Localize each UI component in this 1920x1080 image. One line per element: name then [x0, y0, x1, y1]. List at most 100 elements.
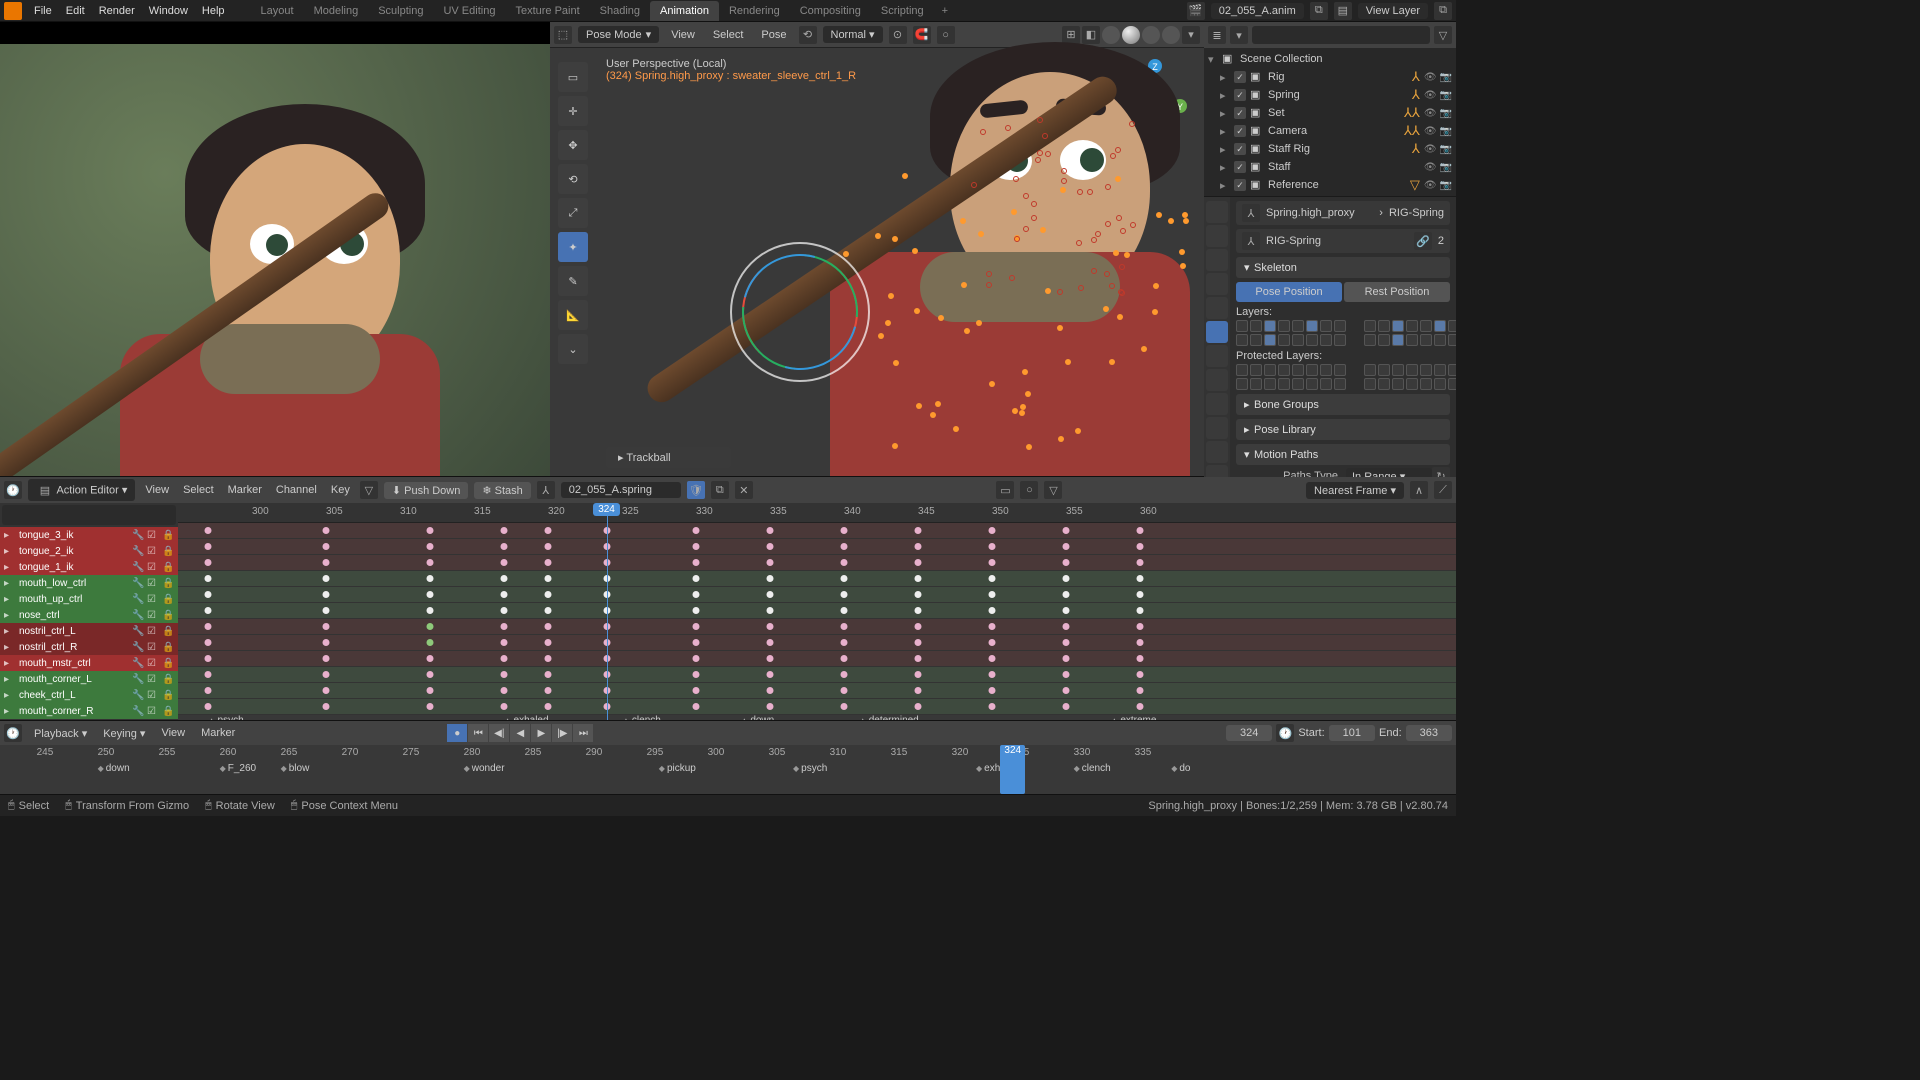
workspace-tab-shading[interactable]: Shading [590, 1, 650, 21]
xray-toggle-icon[interactable]: ◧ [1082, 26, 1100, 44]
layer-cell[interactable] [1392, 334, 1404, 346]
keyframe[interactable] [841, 607, 848, 614]
layer-cell[interactable] [1434, 364, 1446, 376]
keyframe[interactable] [323, 703, 330, 710]
keyframe[interactable] [841, 559, 848, 566]
channel-search[interactable] [2, 505, 176, 525]
keyframe[interactable] [426, 527, 433, 534]
outliner-search[interactable] [1252, 26, 1430, 44]
keyframe[interactable] [545, 543, 552, 550]
prop-tab-world-icon[interactable] [1206, 297, 1228, 319]
menu-edit[interactable]: Edit [66, 5, 85, 17]
keyframe[interactable] [323, 575, 330, 582]
layer-cell[interactable] [1406, 334, 1418, 346]
keyframe[interactable] [500, 639, 507, 646]
marker-extreme[interactable]: extreme [1110, 715, 1156, 720]
keyframe[interactable] [915, 703, 922, 710]
tl-keying[interactable]: Keying ▾ [99, 727, 149, 740]
layer-cell[interactable] [1320, 334, 1332, 346]
workspace-tab-uv-editing[interactable]: UV Editing [433, 1, 505, 21]
keyframe[interactable] [426, 591, 433, 598]
keyframe[interactable] [500, 607, 507, 614]
menu-file[interactable]: File [34, 5, 52, 17]
keyframe[interactable] [426, 559, 433, 566]
keyframe[interactable] [693, 591, 700, 598]
keyframe[interactable] [1063, 559, 1070, 566]
measure-tool-icon[interactable]: 📐 [558, 300, 588, 330]
keyframe[interactable] [767, 655, 774, 662]
keyframe[interactable] [204, 655, 211, 662]
action-name-field[interactable]: 02_055_A.spring [561, 482, 681, 498]
scene-name[interactable]: 02_055_A.anim [1211, 3, 1304, 19]
layer-cell[interactable] [1250, 364, 1262, 376]
workspace-tab-layout[interactable]: Layout [251, 1, 304, 21]
keyframe[interactable] [693, 623, 700, 630]
keyframe[interactable] [1063, 527, 1070, 534]
workspace-tab-animation[interactable]: Animation [650, 1, 719, 21]
ds-filter-icon[interactable]: ▽ [360, 481, 378, 499]
prop-tab-physics-icon[interactable] [1206, 393, 1228, 415]
layer-cell[interactable] [1434, 320, 1446, 332]
layer-cell[interactable] [1392, 378, 1404, 390]
keyframe[interactable] [500, 559, 507, 566]
rest-position-button[interactable]: Rest Position [1344, 282, 1450, 302]
track-row[interactable] [178, 699, 1456, 715]
layer-cell[interactable] [1448, 320, 1456, 332]
keyframe[interactable] [767, 671, 774, 678]
frame-ruler[interactable]: 300305310315320325330335340345350355360 [178, 503, 1456, 523]
layer-cell[interactable] [1278, 364, 1290, 376]
keyframe[interactable] [204, 559, 211, 566]
keyframe[interactable] [204, 623, 211, 630]
outliner-item-staff[interactable]: ▸✓▣Staff👁📷 [1204, 158, 1456, 176]
autokey-button[interactable]: ● [447, 724, 467, 742]
channel-mouth_low_ctrl[interactable]: ▸mouth_low_ctrl🔧☑🔒 [0, 575, 178, 591]
channel-mouth_corner_L[interactable]: ▸mouth_corner_L🔧☑🔒 [0, 671, 178, 687]
track-row[interactable] [178, 619, 1456, 635]
scene-icon[interactable]: 🎬 [1187, 2, 1205, 20]
layer-cell[interactable] [1250, 378, 1262, 390]
transform-orientation[interactable]: Normal ▾ [823, 26, 883, 43]
keyframe[interactable] [841, 591, 848, 598]
keyframe[interactable] [323, 543, 330, 550]
prop-tab-constraints-icon[interactable] [1206, 417, 1228, 439]
keyframe[interactable] [500, 687, 507, 694]
track-row[interactable] [178, 667, 1456, 683]
track-row[interactable] [178, 683, 1456, 699]
skeleton-section[interactable]: ▾Skeleton [1236, 257, 1450, 278]
keyframe[interactable] [841, 639, 848, 646]
keyframe[interactable] [915, 591, 922, 598]
keyframe[interactable] [915, 639, 922, 646]
layer-cell[interactable] [1278, 378, 1290, 390]
keyframe[interactable] [693, 559, 700, 566]
jump-start-button[interactable]: ⏮ [468, 724, 488, 742]
layer-cell[interactable] [1292, 364, 1304, 376]
track-row[interactable] [178, 587, 1456, 603]
keyframe[interactable] [693, 639, 700, 646]
prop-tab-scene-icon[interactable] [1206, 273, 1228, 295]
action-browse-icon[interactable]: ⅄ [537, 481, 555, 499]
prop-tab-particles-icon[interactable] [1206, 369, 1228, 391]
keyframe[interactable] [841, 671, 848, 678]
track-row[interactable] [178, 603, 1456, 619]
marker-psych[interactable]: psych [208, 715, 244, 720]
layer-cell[interactable] [1378, 334, 1390, 346]
channel-mouth_corner_R[interactable]: ▸mouth_corner_R🔧☑🔒 [0, 703, 178, 719]
keyframe[interactable] [1137, 655, 1144, 662]
keyframe[interactable] [545, 671, 552, 678]
keyframe[interactable] [767, 559, 774, 566]
keyframe[interactable] [767, 575, 774, 582]
keyframe[interactable] [204, 671, 211, 678]
layer-cell[interactable] [1406, 320, 1418, 332]
move-tool-icon[interactable]: ✥ [558, 130, 588, 160]
track-row[interactable] [178, 555, 1456, 571]
tl-playback[interactable]: Playback ▾ [30, 727, 91, 740]
keyframe[interactable] [841, 687, 848, 694]
rendered-shading-icon[interactable] [1162, 26, 1180, 44]
rotation-gizmo[interactable] [730, 242, 870, 382]
track-row[interactable] [178, 635, 1456, 651]
wireframe-shading-icon[interactable] [1102, 26, 1120, 44]
stash-button[interactable]: ❄ Stash [474, 482, 530, 499]
keyframe[interactable] [545, 703, 552, 710]
layer-cell[interactable] [1420, 334, 1432, 346]
keyframe[interactable] [323, 527, 330, 534]
